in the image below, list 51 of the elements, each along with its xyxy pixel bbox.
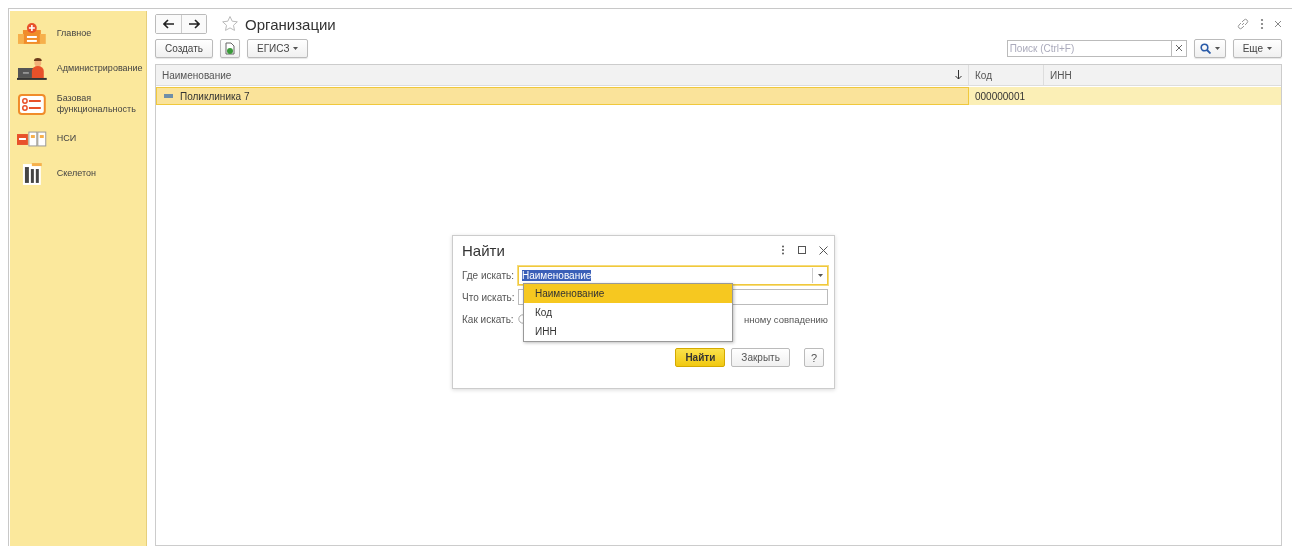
- close-icon: [1175, 45, 1182, 51]
- table-row[interactable]: Поликлиника 7 000000001: [156, 87, 1281, 105]
- caret-icon: [293, 46, 299, 50]
- field-label: Как искать:: [462, 313, 515, 325]
- list-icon[interactable]: [17, 91, 47, 116]
- close-icon[interactable]: [819, 245, 828, 255]
- more-menu-button[interactable]: Еще: [1232, 38, 1282, 58]
- hospital-icon[interactable]: [17, 21, 47, 46]
- back-button[interactable]: [156, 15, 181, 33]
- link-icon[interactable]: [1236, 17, 1250, 31]
- section-link[interactable]: Скелетон: [56, 168, 146, 179]
- find-button[interactable]: Найти: [675, 348, 726, 367]
- section-link[interactable]: НСИ: [56, 133, 146, 144]
- dropdown-option[interactable]: ИНН: [524, 322, 732, 341]
- radio-label[interactable]: нному совпадению: [744, 313, 828, 325]
- dropdown-option[interactable]: Наименование: [524, 284, 732, 303]
- dialog-title: Найти: [462, 241, 505, 259]
- caret-icon: [1214, 46, 1220, 50]
- section-link[interactable]: Главное: [56, 28, 146, 39]
- star-icon[interactable]: [221, 15, 239, 33]
- search-button[interactable]: [1193, 38, 1226, 58]
- caret-icon: [1267, 46, 1272, 50]
- forward-button[interactable]: [181, 15, 206, 33]
- field-label: Где искать:: [462, 269, 515, 281]
- document-button[interactable]: [220, 38, 240, 58]
- more-icon[interactable]: [1260, 18, 1264, 30]
- group-minus-icon: [164, 94, 173, 98]
- dropdown-option[interactable]: Код: [524, 303, 732, 322]
- arrow-right-icon: [188, 19, 200, 29]
- caret-icon: [817, 273, 823, 277]
- maximize-icon[interactable]: [798, 246, 806, 254]
- close-button[interactable]: Закрыть: [731, 348, 790, 367]
- page-title: Организации: [245, 15, 336, 33]
- section-link[interactable]: Базовая функциональность: [56, 92, 146, 115]
- arrow-left-icon: [162, 19, 175, 29]
- egisz-menu-button[interactable]: ЕГИСЗ: [247, 38, 309, 58]
- close-icon[interactable]: [1274, 20, 1282, 28]
- column-header[interactable]: Наименование: [156, 65, 969, 85]
- column-header[interactable]: Код: [969, 65, 1044, 85]
- table-cell: Поликлиника 7: [180, 90, 250, 102]
- help-button[interactable]: ?: [803, 348, 824, 367]
- person-at-computer-icon[interactable]: [17, 56, 47, 81]
- table-cell: 000000001: [975, 90, 1026, 102]
- more-icon[interactable]: [781, 245, 785, 255]
- create-button[interactable]: Создать: [155, 38, 213, 58]
- search-icon: [1199, 42, 1211, 54]
- field-label: Что искать:: [462, 291, 516, 303]
- column-header[interactable]: ИНН: [1044, 65, 1281, 85]
- document-icon: [225, 41, 235, 55]
- search-field[interactable]: Поиск (Ctrl+F): [1006, 39, 1172, 57]
- section-link[interactable]: Администрирование: [56, 63, 146, 74]
